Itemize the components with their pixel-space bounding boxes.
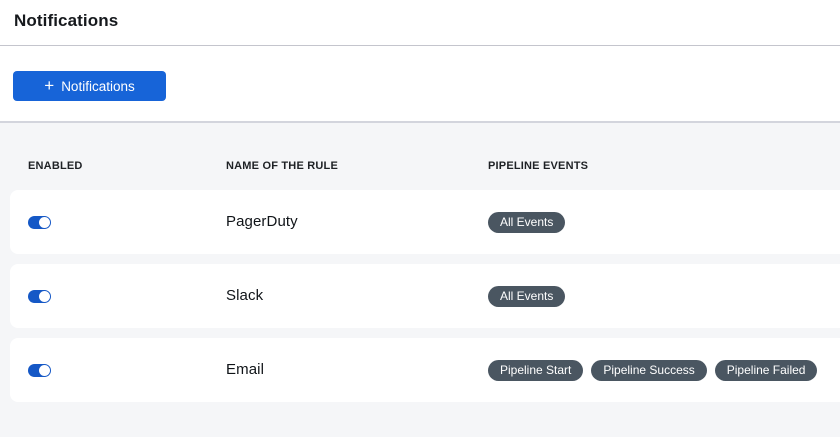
page-header: Notifications bbox=[0, 0, 840, 46]
enabled-toggle[interactable] bbox=[28, 216, 51, 229]
event-badge: All Events bbox=[488, 286, 565, 307]
table-row-slack: Slack All Events bbox=[10, 264, 840, 328]
table-row-email: Email Pipeline Start Pipeline Success Pi… bbox=[10, 338, 840, 402]
rule-name: PagerDuty bbox=[226, 213, 298, 230]
add-notifications-button[interactable]: + Notifications bbox=[13, 71, 166, 101]
column-header-name: Name of the rule bbox=[226, 160, 488, 172]
column-header-enabled: Enabled bbox=[28, 160, 226, 172]
rule-name: Slack bbox=[226, 287, 263, 304]
plus-icon: + bbox=[44, 77, 54, 94]
event-badge: All Events bbox=[488, 212, 565, 233]
toolbar: + Notifications bbox=[0, 46, 840, 121]
notifications-table: Enabled Name of the rule Pipeline Events… bbox=[0, 121, 840, 437]
table-rows: PagerDuty All Events Slack All Events bbox=[0, 190, 840, 402]
toggle-knob bbox=[39, 291, 50, 302]
enabled-toggle[interactable] bbox=[28, 290, 51, 303]
event-badge: Pipeline Success bbox=[591, 360, 706, 381]
page-title: Notifications bbox=[14, 11, 826, 31]
table-row-pagerduty: PagerDuty All Events bbox=[10, 190, 840, 254]
enabled-toggle[interactable] bbox=[28, 364, 51, 377]
table-header: Enabled Name of the rule Pipeline Events bbox=[10, 123, 840, 172]
event-badge: Pipeline Failed bbox=[715, 360, 818, 381]
toggle-knob bbox=[39, 217, 50, 228]
rule-name: Email bbox=[226, 361, 264, 378]
column-header-pipeline-events: Pipeline Events bbox=[488, 160, 840, 172]
event-badge: Pipeline Start bbox=[488, 360, 583, 381]
toggle-knob bbox=[39, 365, 50, 376]
add-notifications-button-label: Notifications bbox=[61, 79, 135, 94]
